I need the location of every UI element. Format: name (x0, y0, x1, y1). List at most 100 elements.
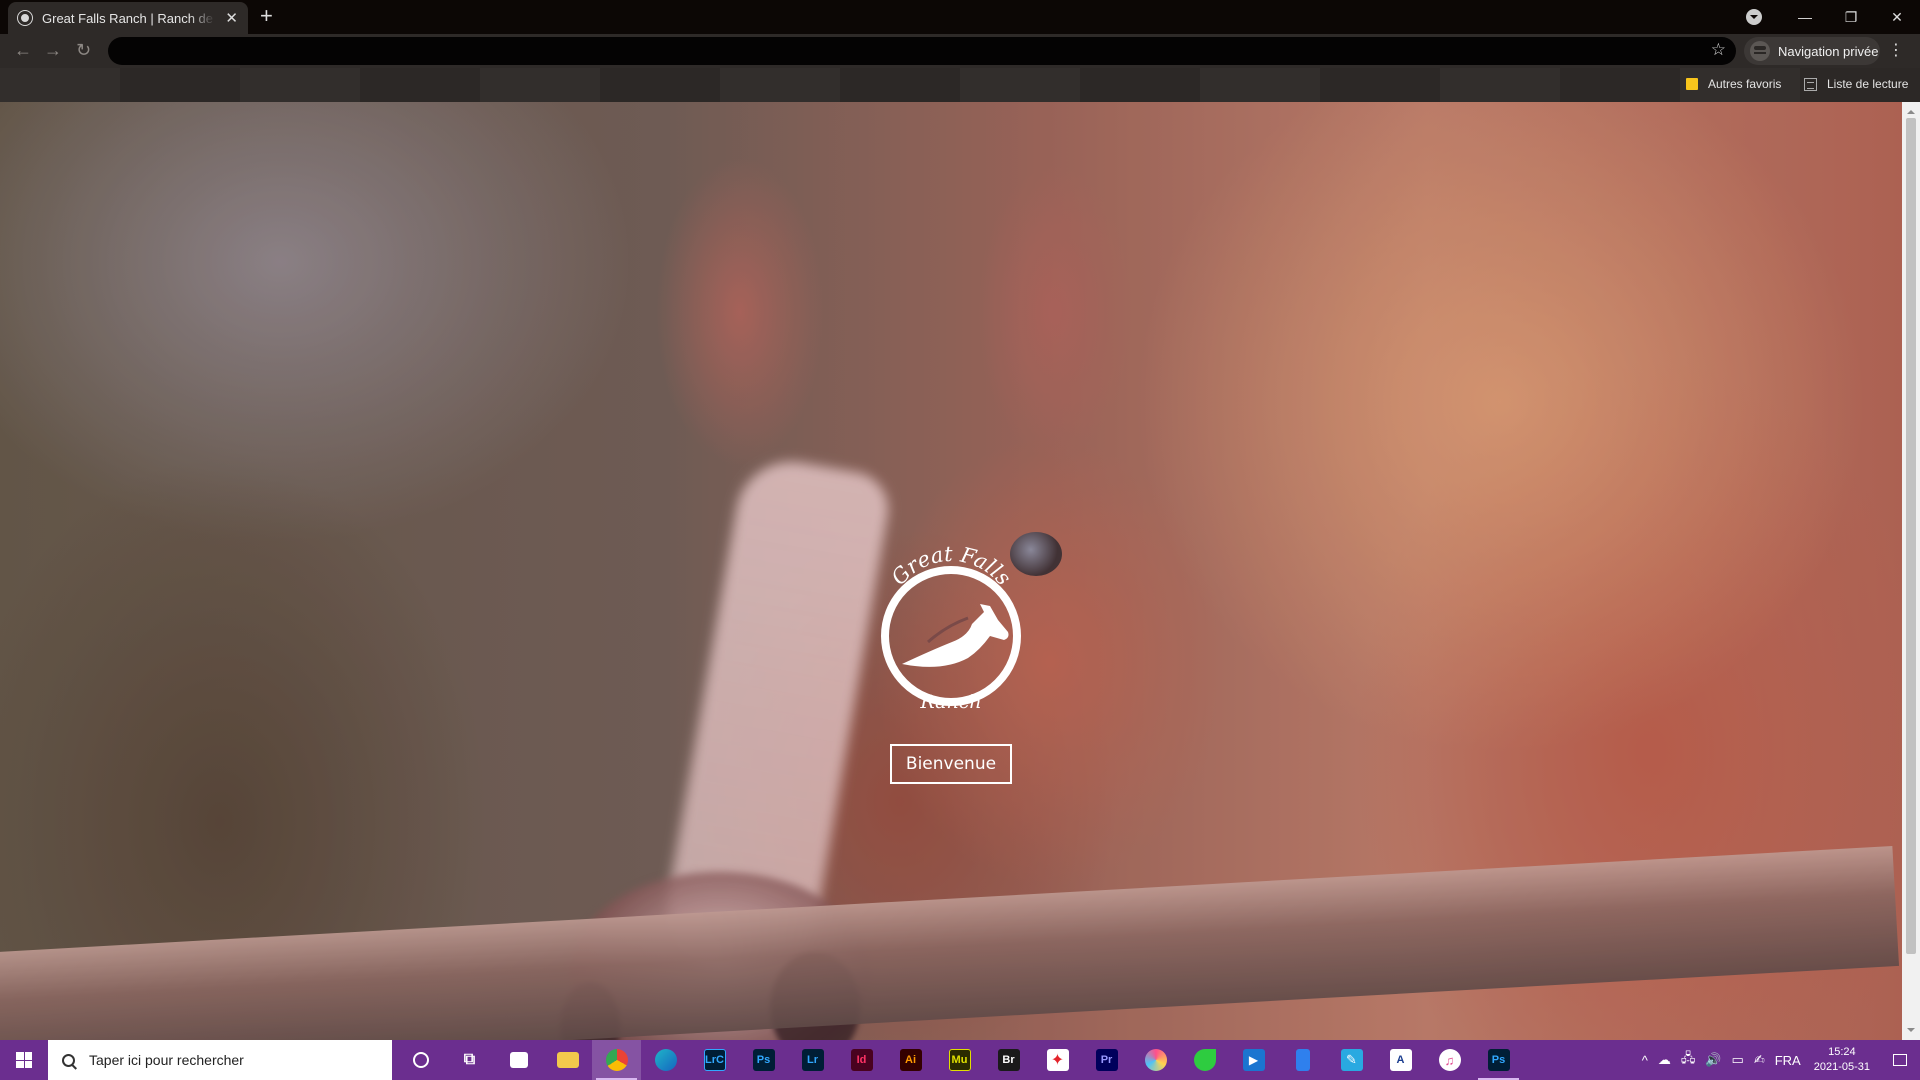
green-app[interactable] (1180, 1040, 1229, 1080)
lightroom-classic-icon: LrC (703, 1049, 726, 1071)
browser-toolbar: ← → ↻ ☆ Navigation privée ⋮ (0, 34, 1920, 68)
task-view-icon: ⧉ (463, 1051, 476, 1068)
great-falls-ranch-logo[interactable]: Great Falls Ranch (872, 532, 1030, 712)
bookmark-other-favorites[interactable]: Autres favoris (1686, 77, 1781, 91)
windows-taskbar: Taper ici pour rechercher ⧉ LrC Ps Lr Id… (0, 1040, 1920, 1080)
back-icon[interactable]: ← (14, 40, 32, 61)
store-icon (509, 1052, 528, 1068)
colorful-app-icon (1144, 1049, 1167, 1071)
document-icon (1295, 1049, 1310, 1071)
photoshop-icon: Ps (1487, 1049, 1510, 1071)
language-indicator[interactable]: FRA (1775, 1053, 1801, 1068)
muse-icon: Mu (948, 1049, 971, 1071)
display-icon[interactable]: ▭ (1732, 1052, 1744, 1068)
green-app-icon (1193, 1049, 1216, 1071)
notifications-button[interactable] (1880, 1040, 1920, 1080)
window-controls: — ❐ ✕ (1746, 0, 1920, 34)
site-favicon-icon (18, 11, 32, 25)
a-app[interactable]: A (1376, 1040, 1425, 1080)
address-bar[interactable]: ☆ (108, 37, 1736, 65)
hero-section: Great Falls Ranch Bienvenue (0, 102, 1902, 1040)
scrollbar-thumb[interactable] (1906, 118, 1916, 954)
menu-kebab-icon[interactable]: ⋮ (1888, 40, 1904, 60)
folder-icon (1686, 78, 1698, 90)
task-view-button[interactable]: ⧉ (445, 1040, 494, 1080)
zoom-app[interactable]: ▶ (1229, 1040, 1278, 1080)
clock-time: 15:24 (1828, 1046, 1856, 1058)
itunes-app[interactable]: ♫ (1425, 1040, 1474, 1080)
bridge-icon: Br (997, 1049, 1020, 1071)
tab-great-falls-ranch[interactable]: Great Falls Ranch | Ranch de ranch ✕ (8, 2, 248, 34)
close-window-icon[interactable]: ✕ (1874, 9, 1920, 26)
edge-app[interactable] (641, 1040, 690, 1080)
acrobat-icon: ✦ (1046, 1049, 1069, 1071)
notes-app[interactable]: ✎ (1327, 1040, 1376, 1080)
blue-doc-app[interactable] (1278, 1040, 1327, 1080)
search-icon (59, 1050, 78, 1070)
indesign-app[interactable]: Id (837, 1040, 886, 1080)
minimize-icon[interactable]: — (1782, 9, 1828, 25)
bookmark-label: Liste de lecture (1827, 77, 1909, 91)
search-placeholder: Taper ici pour rechercher (89, 1052, 244, 1068)
network-icon[interactable]: 🖧 (1681, 1049, 1696, 1071)
edge-icon (654, 1049, 677, 1071)
restore-icon[interactable]: ❐ (1828, 9, 1874, 26)
store-app[interactable] (494, 1040, 543, 1080)
bookmark-label: Autres favoris (1708, 77, 1782, 91)
pen-tray-icon[interactable]: ✍ (1754, 1052, 1765, 1068)
colorful-app[interactable] (1131, 1040, 1180, 1080)
chrome-icon (605, 1049, 628, 1071)
photoshop-app[interactable]: Ps (739, 1040, 788, 1080)
photoshop-running-app[interactable]: Ps (1474, 1040, 1523, 1080)
tab-search-icon[interactable] (1746, 9, 1762, 25)
illustrator-icon: Ai (899, 1049, 922, 1071)
incognito-indicator[interactable]: Navigation privée (1744, 37, 1880, 65)
tab-title: Great Falls Ranch | Ranch de ranch (42, 10, 215, 26)
illustrator-app[interactable]: Ai (886, 1040, 935, 1080)
music-note-icon: ♫ (1438, 1049, 1461, 1071)
welcome-button[interactable]: Bienvenue (890, 744, 1012, 784)
bookmark-reading-list[interactable]: Liste de lecture (1804, 77, 1908, 91)
lightroom-classic-app[interactable]: LrC (690, 1040, 739, 1080)
forward-icon[interactable]: → (44, 40, 62, 61)
bridge-app[interactable]: Br (984, 1040, 1033, 1080)
browser-titlebar: Great Falls Ranch | Ranch de ranch ✕ + —… (0, 0, 1920, 34)
notification-icon (1893, 1054, 1907, 1066)
volume-icon[interactable]: 🔊 (1705, 1052, 1721, 1068)
premiere-app[interactable]: Pr (1082, 1040, 1131, 1080)
logo-bottom-text: Ranch (919, 691, 981, 712)
close-tab-icon[interactable]: ✕ (225, 9, 238, 27)
system-tray: ^ ☁ 🖧 🔊 ▭ ✍ FRA 15:24 2021-05-31 (1637, 1040, 1920, 1080)
a-app-icon: A (1389, 1049, 1412, 1071)
taskbar-search-box[interactable]: Taper ici pour rechercher (48, 1040, 392, 1080)
start-button[interactable] (0, 1040, 48, 1080)
new-tab-button[interactable]: + (260, 5, 273, 27)
page-scrollbar[interactable] (1902, 102, 1920, 1040)
scroll-up-icon[interactable] (1907, 106, 1915, 114)
bookmark-star-icon[interactable]: ☆ (1711, 40, 1726, 60)
onedrive-cloud-icon[interactable]: ☁ (1658, 1052, 1671, 1068)
reload-icon[interactable]: ↻ (76, 40, 91, 61)
scroll-down-icon[interactable] (1907, 1028, 1915, 1036)
chevron-up-icon[interactable]: ^ (1642, 1053, 1648, 1068)
lightroom-app[interactable]: Lr (788, 1040, 837, 1080)
incognito-label: Navigation privée (1778, 43, 1879, 59)
clock[interactable]: 15:24 2021-05-31 (1814, 1045, 1870, 1075)
acrobat-app[interactable]: ✦ (1033, 1040, 1082, 1080)
horse-head-icon (902, 604, 1009, 667)
clock-date: 2021-05-31 (1813, 1061, 1870, 1073)
bookmarks-bar: Autres favoris Liste de lecture (0, 68, 1920, 102)
file-explorer-app[interactable] (543, 1040, 592, 1080)
windows-logo-icon (16, 1052, 32, 1068)
folder-icon (556, 1052, 579, 1068)
chrome-app[interactable] (592, 1040, 641, 1080)
pen-icon: ✎ (1340, 1049, 1363, 1071)
reading-list-icon (1804, 77, 1817, 91)
taskbar-apps: ⧉ LrC Ps Lr Id Ai Mu Br ✦ Pr ▶ ✎ A ♫ Ps (396, 1040, 1523, 1080)
cortana-icon (412, 1052, 429, 1068)
indesign-icon: Id (850, 1049, 873, 1071)
photoshop-icon: Ps (752, 1049, 775, 1071)
cortana-button[interactable] (396, 1040, 445, 1080)
premiere-icon: Pr (1095, 1049, 1118, 1071)
muse-app[interactable]: Mu (935, 1040, 984, 1080)
